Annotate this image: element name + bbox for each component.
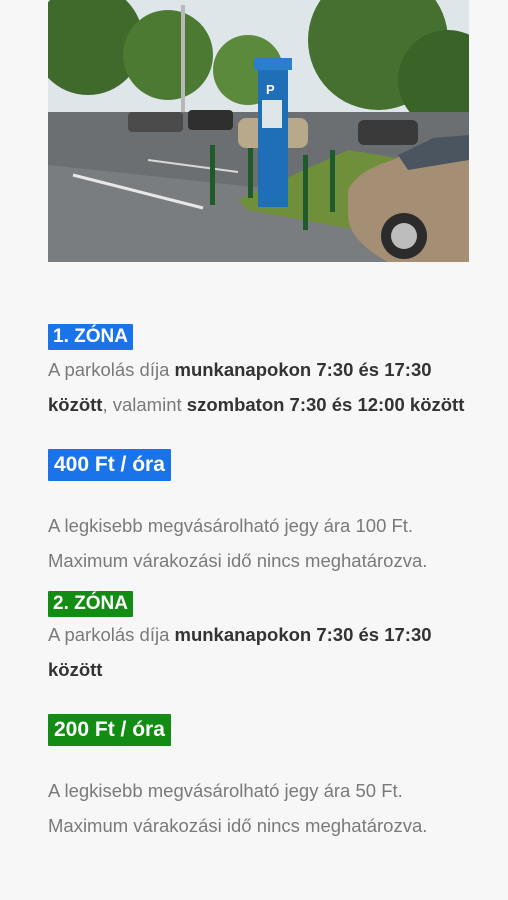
zone-2-price: 200 Ft / óra xyxy=(48,714,171,746)
zone-1-price: 400 Ft / óra xyxy=(48,449,171,481)
meter-sign-p: P xyxy=(266,82,275,97)
zone-2-section: 2. ZÓNA A parkolás díja munkanapokon 7:3… xyxy=(48,591,468,843)
zone-2-max-wait: Maximum várakozási idő nincs meghatározv… xyxy=(48,814,428,836)
zone-1-max-wait: Maximum várakozási idő nincs meghatározv… xyxy=(48,549,428,571)
zone-2-min-ticket: A legkisebb megvásárolható jegy ára 50 F… xyxy=(48,780,403,801)
zone-1-min-ticket: A legkisebb megvásárolható jegy ára 100 … xyxy=(48,515,414,536)
zone-2-desc-part: A parkolás díja xyxy=(48,624,175,645)
zone-2-description: A parkolás díja munkanapokon 7:30 és 17:… xyxy=(48,618,468,687)
zone-1-desc-part: A parkolás díja xyxy=(48,359,175,380)
zone-1-section: 1. ZÓNA A parkolás díja munkanapokon 7:3… xyxy=(48,324,468,578)
zone-2-badge: 2. ZÓNA xyxy=(48,591,133,617)
zone-1-description: A parkolás díja munkanapokon 7:30 és 17:… xyxy=(48,353,468,422)
zones-content: 1. ZÓNA A parkolás díja munkanapokon 7:3… xyxy=(48,324,468,843)
zone-1-desc-bold: szombaton 7:30 és 12:00 között xyxy=(186,393,465,415)
zone-1-badge: 1. ZÓNA xyxy=(48,324,133,350)
zone-1-desc-part: , valamint xyxy=(102,393,187,415)
parking-meter-photo: P xyxy=(48,0,469,262)
